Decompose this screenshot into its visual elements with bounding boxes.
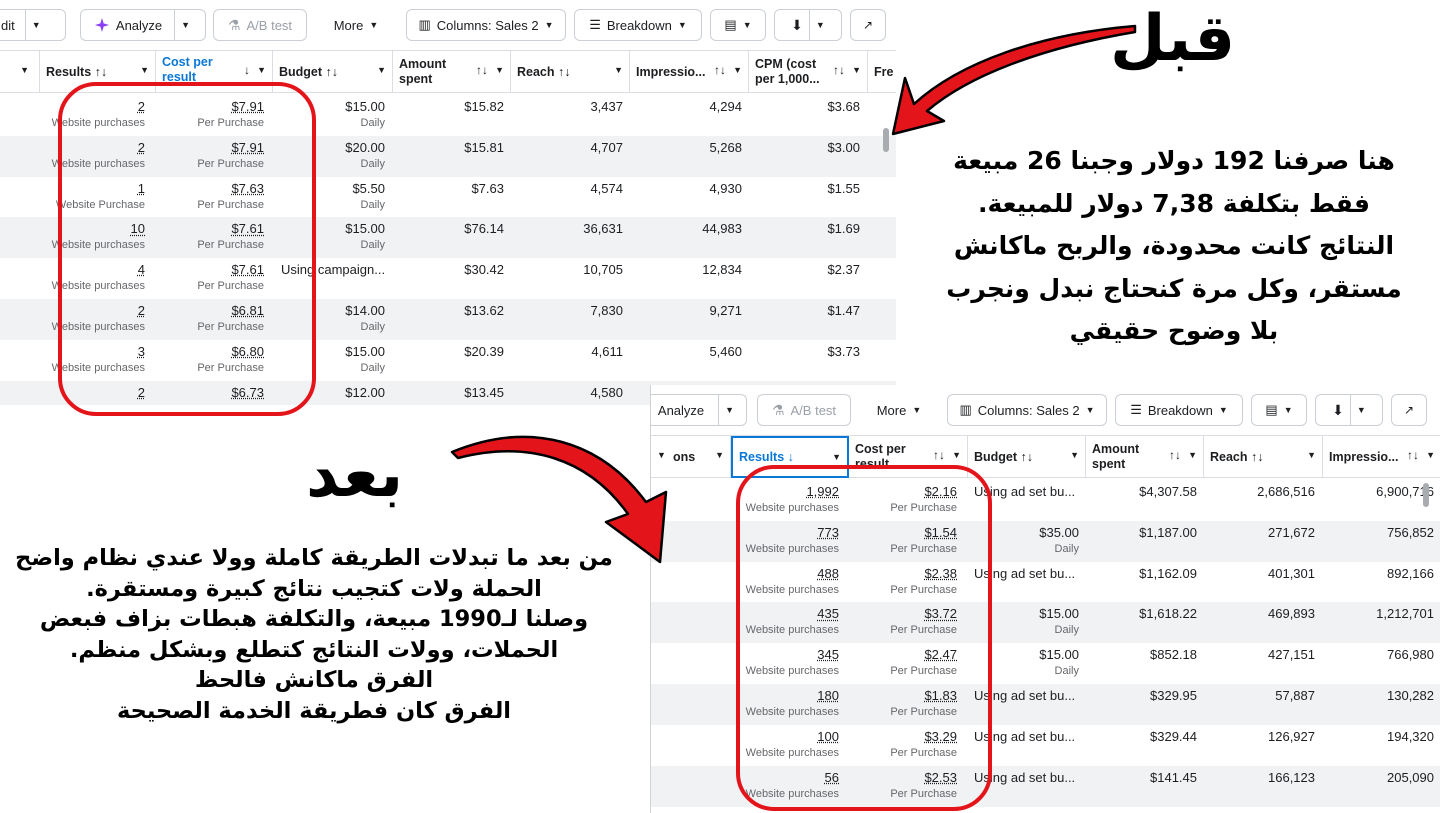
after-heading: بعد: [306, 438, 404, 512]
after-line: الحملات، وولات النتائج كتطلع وبشكل منظم.: [69, 636, 559, 663]
after-line: الحملة ولات كتجيب نتائج كبيرة ومستقرة.: [86, 575, 542, 602]
before-line: مستقر، وكل مرة كنحتاج نبدل ونجرب: [946, 273, 1402, 303]
before-description: هنا صرفنا 192 دولار وجبنا 26 مبيعة فقط ب…: [920, 140, 1428, 353]
after-line: من بعد ما تبدلات الطريقة كاملة وولا عندي…: [15, 545, 613, 571]
after-line: وصلنا لـ1990 مبيعة، والتكلفة هبطات بزاف …: [39, 606, 589, 632]
before-line: فقط بتكلفة 7,38 دولار للمبيعة.: [977, 188, 1371, 218]
after-description: من بعد ما تبدلات الطريقة كاملة وولا عندي…: [8, 543, 620, 726]
before-line: هنا صرفنا 192 دولار وجبنا 26 مبيعة: [953, 146, 1395, 175]
before-line: بلا وضوح حقيقي: [1069, 316, 1279, 345]
before-arrow-icon: [891, 24, 1137, 136]
after-line: الفرق كان فطريقة الخدمة الصحيحة: [116, 697, 511, 724]
after-line: الفرق ماكانش فالحظ: [194, 667, 434, 693]
before-line: النتائج كانت محدودة، والربح ماكانش: [953, 231, 1395, 260]
before-heading: قبل: [1110, 2, 1236, 76]
